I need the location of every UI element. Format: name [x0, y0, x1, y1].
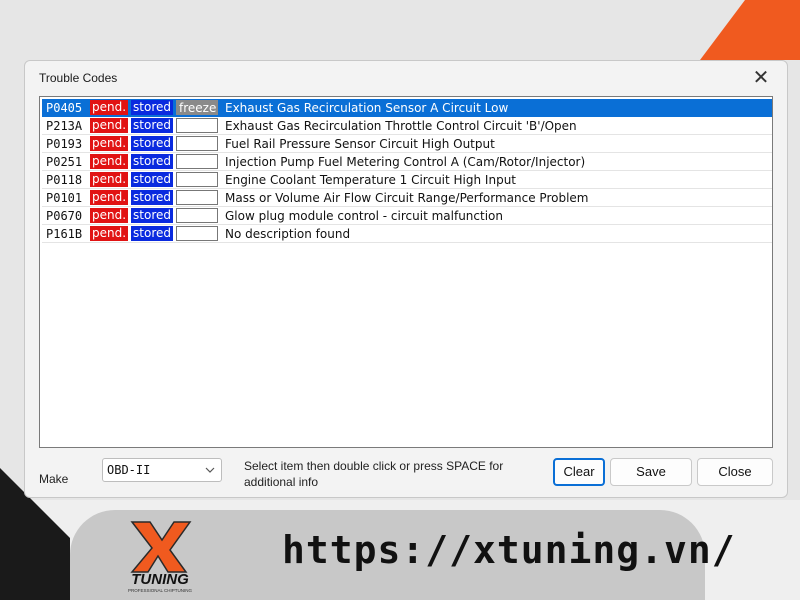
pending-badge: pend. [90, 100, 128, 115]
stored-badge: stored [131, 208, 173, 223]
pending-badge: pend. [90, 154, 128, 169]
stored-badge: stored [131, 172, 173, 187]
trouble-code-row[interactable]: P0101 pend. stored Mass or Volume Air Flow … [42, 189, 772, 207]
trouble-code-row[interactable]: P161B pend. stored No description found [42, 225, 772, 243]
pending-badge: pend. [90, 172, 128, 187]
make-select[interactable]: OBD-II [102, 458, 222, 482]
hint-text: Select item then double click or press S… [244, 459, 504, 489]
make-label: Make [39, 472, 69, 486]
background-orange-shape [700, 0, 800, 60]
trouble-codes-list[interactable]: P0405 pend. stored freeze Exhaust Gas Recirc… [39, 96, 773, 448]
pending-badge: pend. [90, 208, 128, 223]
trouble-code: P161B [46, 226, 83, 241]
trouble-code: P0405 [46, 100, 83, 115]
stored-badge: stored [131, 136, 173, 151]
pending-badge: pend. [90, 136, 128, 151]
freeze-frame-badge [176, 154, 218, 169]
stored-badge: stored [131, 226, 173, 241]
trouble-code-description: Engine Coolant Temperature 1 Circuit Hig… [225, 172, 516, 187]
save-button[interactable]: Save [610, 458, 692, 486]
trouble-code-description: Glow plug module control - circuit malfu… [225, 208, 503, 223]
make-select-value: OBD-II [107, 463, 151, 477]
trouble-code-description: Exhaust Gas Recirculation Sensor A Circu… [225, 100, 509, 115]
logo-text: TUNING [131, 571, 189, 588]
trouble-code: P0118 [46, 172, 83, 187]
clear-button[interactable]: Clear [553, 458, 605, 486]
freeze-frame-badge [176, 208, 218, 223]
logo-tagline: PROFESSIONAL CHIPTUNING [128, 588, 193, 593]
close-button[interactable]: Close [697, 458, 773, 486]
pending-badge: pend. [90, 226, 128, 241]
freeze-frame-badge [176, 118, 218, 133]
trouble-code: P0101 [46, 190, 83, 205]
freeze-frame-badge [176, 136, 218, 151]
trouble-code: P0670 [46, 208, 83, 223]
trouble-code-description: No description found [225, 226, 351, 241]
freeze-frame-badge [176, 172, 218, 187]
stored-badge: stored [131, 100, 173, 115]
trouble-code: P213A [46, 118, 83, 133]
freeze-frame-badge [176, 226, 218, 241]
trouble-code-description: Injection Pump Fuel Metering Control A (… [225, 154, 586, 169]
close-icon[interactable]: ✕ [749, 65, 773, 89]
trouble-code-row[interactable]: P0251 pend. stored Injection Pump Fuel Mete… [42, 153, 772, 171]
trouble-code: P0193 [46, 136, 83, 151]
trouble-code-row[interactable]: P0405 pend. stored freeze Exhaust Gas Recirc… [42, 99, 772, 117]
trouble-code-description: Exhaust Gas Recirculation Throttle Contr… [225, 118, 577, 133]
trouble-code-row[interactable]: P213A pend. stored Exhaust Gas Recirculatio… [42, 117, 772, 135]
pending-badge: pend. [90, 190, 128, 205]
stored-badge: stored [131, 190, 173, 205]
dialog-title: Trouble Codes [39, 71, 118, 85]
trouble-code-description: Fuel Rail Pressure Sensor Circuit High O… [225, 136, 495, 151]
xtuning-logo: TUNING PROFESSIONAL CHIPTUNING [110, 516, 210, 594]
trouble-code-description: Mass or Volume Air Flow Circuit Range/Pe… [225, 190, 589, 205]
chevron-down-icon [205, 459, 215, 489]
pending-badge: pend. [90, 118, 128, 133]
trouble-code-row[interactable]: P0118 pend. stored Engine Coolant Temperatu… [42, 171, 772, 189]
trouble-codes-dialog: Trouble Codes ✕ P0405 pend. stored freeze Ex… [24, 60, 788, 498]
stored-badge: stored [131, 118, 173, 133]
freeze-frame-badge: freeze [176, 100, 218, 115]
freeze-frame-badge [176, 190, 218, 205]
website-url: https://xtuning.vn/ [282, 528, 736, 572]
stored-badge: stored [131, 154, 173, 169]
trouble-code-row[interactable]: P0193 pend. stored Fuel Rail Pressure Senso… [42, 135, 772, 153]
trouble-code-row[interactable]: P0670 pend. stored Glow plug module control… [42, 207, 772, 225]
trouble-code: P0251 [46, 154, 83, 169]
title-bar: Trouble Codes ✕ [25, 61, 787, 95]
